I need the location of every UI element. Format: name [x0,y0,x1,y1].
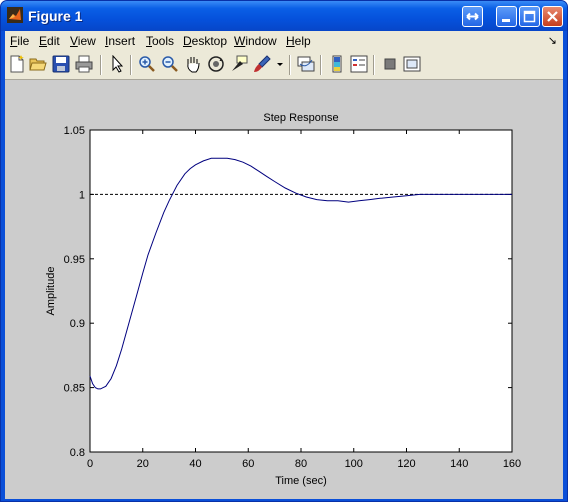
y-tick-label: 0.9 [70,318,85,330]
x-tick-label: 160 [503,458,521,470]
y-tick-label: 1 [79,189,85,201]
menu-bar: File Edit View Insert Tools Desktop Wind… [5,31,563,51]
menu-file[interactable]: File [10,34,29,48]
x-tick-label: 80 [295,458,307,470]
step-response-plot[interactable]: 0.8 0.85 0.9 0.95 1 1.05 0 20 40 60 80 100 120 140 16… [5,80,563,499]
title-bar[interactable]: Figure 1 [1,1,567,31]
show-plot-tools-icon[interactable] [403,55,421,73]
x-axis-label: Time (sec) [275,475,327,487]
y-tick-label: 1.05 [64,125,85,137]
minimize-icon [502,19,510,22]
y-axis-label: Amplitude [45,267,57,316]
x-tick-label: 0 [87,458,93,470]
pointer-arrow-icon[interactable] [108,55,126,73]
x-tick-label: 100 [345,458,363,470]
minimize-button[interactable] [496,6,517,27]
brush-dropdown-icon[interactable] [275,55,285,73]
y-tick-label: 0.95 [64,254,85,266]
window-title: Figure 1 [28,8,83,24]
figure-window: Figure 1 File Edit View Insert Tools Des… [0,0,568,502]
dock-arrows-icon [466,12,479,21]
dock-button[interactable] [462,6,483,27]
toolbar-separator [100,55,102,75]
new-file-icon[interactable] [8,55,26,73]
menu-insert[interactable]: Insert [105,34,135,48]
x-tick-label: 20 [137,458,149,470]
toolbar-separator [130,55,132,75]
save-icon[interactable] [52,55,70,73]
client-area: File Edit View Insert Tools Desktop Wind… [5,31,563,499]
menu-window[interactable]: Window [234,34,277,48]
close-button[interactable] [542,6,563,27]
toolbar-separator [373,55,375,75]
zoom-out-icon[interactable] [161,55,179,73]
pan-hand-icon[interactable] [184,55,202,73]
colorbar-icon[interactable] [328,55,346,73]
open-folder-icon[interactable] [29,55,47,73]
data-cursor-icon[interactable] [230,55,248,73]
menu-view[interactable]: View [70,34,96,48]
axes-box [89,129,513,453]
matlab-logo-icon [7,7,23,23]
x-tick-label: 60 [242,458,254,470]
rotate-3d-icon[interactable] [207,55,225,73]
maximize-button[interactable] [519,6,540,27]
link-plot-icon[interactable] [297,55,315,73]
figure-canvas: 0.8 0.85 0.9 0.95 1 1.05 0 20 40 60 80 100 120 140 16… [5,80,563,499]
toolbar-separator [320,55,322,75]
x-tick-label: 140 [450,458,468,470]
print-icon[interactable] [75,55,93,73]
zoom-in-icon[interactable] [138,55,156,73]
menu-dock-arrow[interactable]: ↘ [548,34,557,47]
chart-title: Step Response [263,112,338,124]
brush-icon[interactable] [253,55,271,73]
menu-edit[interactable]: Edit [39,34,60,48]
hide-plot-tools-icon[interactable] [381,55,399,73]
x-tick-label: 120 [397,458,415,470]
legend-icon[interactable] [350,55,368,73]
toolbar-separator [289,55,291,75]
y-tick-label: 0.8 [70,447,85,459]
figure-toolbar [5,51,563,80]
menu-tools[interactable]: Tools [146,34,174,48]
menu-desktop[interactable]: Desktop [183,34,227,48]
close-icon [547,11,558,22]
menu-help[interactable]: Help [286,34,311,48]
y-tick-label: 0.85 [64,383,85,395]
maximize-icon [523,10,536,23]
x-tick-label: 40 [189,458,201,470]
